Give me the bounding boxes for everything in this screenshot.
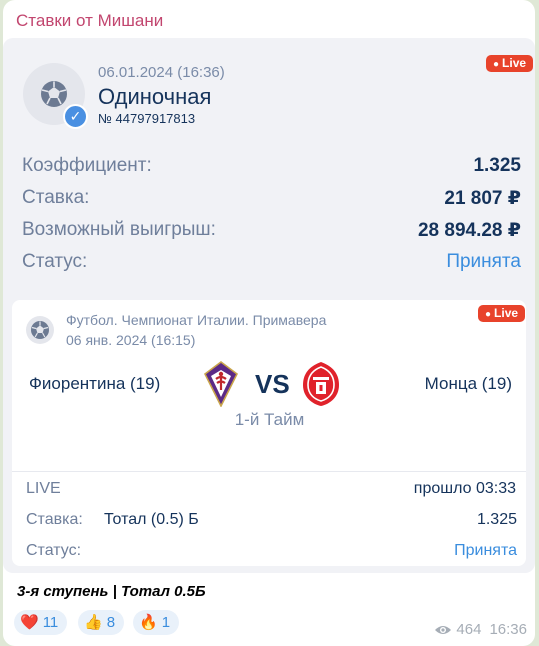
event-stake-odds: 1.325 [476,511,517,528]
payout-value: 28 894.28 ₽ [417,220,521,241]
home-team: Фиорентина (19) [29,374,161,393]
thumbs-up-icon: 👍 [84,614,103,631]
stake-value: 21 807 ₽ [444,188,521,209]
event-status-label: Статус: [26,542,82,559]
card-divider [12,471,526,472]
reaction-count: 8 [106,614,116,631]
event-stake-market: Тотал (0.5) Б [104,511,199,528]
reaction-count: 11 [42,614,59,631]
bet-date: 06.01.2024 (16:36) [98,64,225,81]
bet-type: Одиночная [98,84,212,109]
elapsed-time: прошло 03:33 [413,480,516,497]
event-stake-label: Ставка: [26,511,83,528]
event-status-value: Принята [454,542,517,559]
stake-label: Ставка: [22,187,90,208]
league-name: Футбол. Чемпионат Италии. Примавера [66,312,327,328]
payout-label: Возможный выигрыш: [22,219,216,240]
message-time: 16:36 [489,621,527,638]
channel-name[interactable]: Ставки от Мишани [16,11,163,31]
bet-number: № 44797917813 [98,111,196,126]
verified-check-icon: ✓ [63,104,88,129]
status-row: Статус: Принята [22,251,521,275]
odds-label: Коэффициент: [22,155,152,176]
status-value: Принята [446,251,521,272]
live-label: LIVE [26,480,61,497]
live-badge-bet: ● Live [486,55,534,72]
match-period: 1-й Тайм [234,410,305,429]
odds-row: Коэффициент: 1.325 [22,155,521,179]
monza-crest-icon [302,361,340,412]
fiorentina-crest-icon [203,361,239,412]
reaction-count: 1 [161,614,171,631]
payout-row: Возможный выигрыш: 28 894.28 ₽ [22,219,521,243]
message-meta: 464 16:36 [434,621,527,641]
football-small-icon [26,316,54,344]
view-count: 464 [456,621,482,638]
live-badge-event: ● Live [478,305,526,322]
eye-icon [434,623,452,641]
status-label: Статус: [22,251,88,272]
event-stake-row: Ставка: Тотал (0.5) Б 1.325 [26,511,517,533]
versus-label: VS [255,369,290,399]
fire-icon: 🔥 [139,614,158,631]
heart-icon: ❤️ [20,614,39,631]
match-date: 06 янв. 2024 (16:15) [66,332,196,348]
reaction-heart[interactable]: ❤️ 11 [14,610,68,635]
away-team: Монца (19) [424,374,512,393]
event-status-row: Статус: Принята [26,542,517,564]
message-caption: 3-я ступень | Тотал 0.5Б [17,583,206,600]
reaction-fire[interactable]: 🔥 1 [133,610,180,635]
odds-value: 1.325 [473,155,521,176]
reaction-thumbs-up[interactable]: 👍 8 [78,610,125,635]
stake-row: Ставка: 21 807 ₽ [22,187,521,211]
